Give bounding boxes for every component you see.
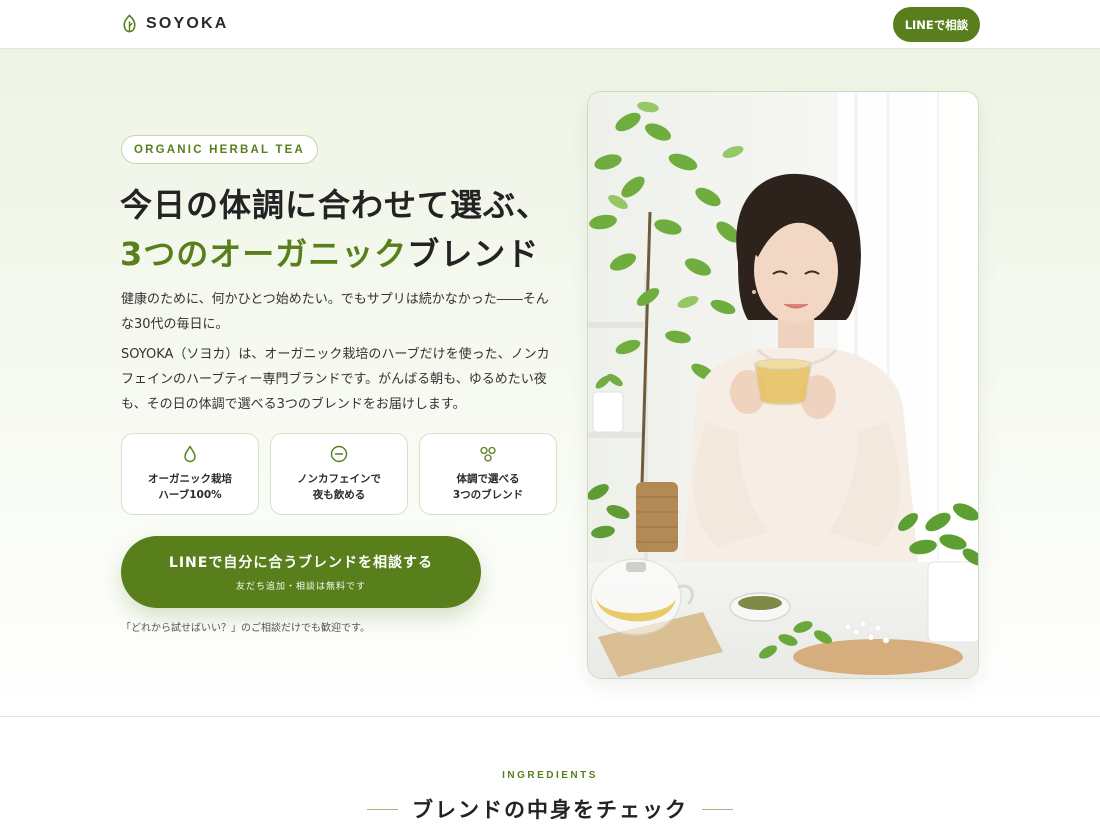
feature-label: ノンカフェインで 夜も飲める bbox=[297, 473, 381, 501]
hero-note: 「どれから試せばいい？」のご相談だけでも歓迎です。 bbox=[121, 623, 370, 634]
feature-card-blends: 体調で選べる 3つのブレンド bbox=[419, 433, 557, 515]
headline-rest: ブレンド bbox=[407, 235, 540, 273]
drop-icon bbox=[184, 445, 196, 463]
line-consult-button[interactable]: LINEで相談 bbox=[893, 7, 980, 42]
feature-cards: オーガニック栽培 ハーブ100% ノンカフェインで 夜も飲める 体調で選べる 3… bbox=[121, 433, 557, 515]
hero-headline: 今日の体調に合わせて選ぶ、 3つのオーガニックブレンド bbox=[120, 181, 549, 279]
ingredients-eyebrow: INGREDIENTS bbox=[502, 770, 598, 781]
feature-label: 体調で選べる 3つのブレンド bbox=[452, 473, 524, 501]
headline-accent: 3つのオーガニック bbox=[120, 235, 408, 273]
cta-main-label: LINEで自分に合うブレンドを相談する bbox=[168, 555, 434, 571]
logo[interactable]: SOYOKA bbox=[121, 14, 229, 34]
woman-with-tea-illustration bbox=[588, 92, 978, 678]
heading-divider-right bbox=[702, 808, 733, 810]
headline-line-1: 今日の体調に合わせて選ぶ、 bbox=[120, 186, 550, 224]
line-cta-button[interactable]: LINEで自分に合うブレンドを相談する 友だち追加・相談は無料です bbox=[121, 536, 481, 608]
minus-circle-icon bbox=[330, 445, 348, 463]
hero-eyebrow-badge: ORGANIC HERBAL TEA bbox=[121, 135, 319, 164]
hero-photo bbox=[587, 91, 979, 679]
feature-card-organic: オーガニック栽培 ハーブ100% bbox=[121, 433, 259, 515]
ingredients-heading: ブレンドの中身をチェック bbox=[0, 794, 1100, 824]
hero-lead-1: 健康のために、何かひとつ始めたい。でもサプリは続かなかった――そんな30代の毎日… bbox=[121, 292, 549, 332]
ingredients-title: ブレンドの中身をチェック bbox=[412, 798, 688, 822]
feature-card-noncaffeine: ノンカフェインで 夜も飲める bbox=[270, 433, 408, 515]
cta-sub-label: 友だち追加・相談は無料です bbox=[235, 582, 366, 592]
feature-label: オーガニック栽培 ハーブ100% bbox=[148, 473, 232, 501]
hero-section: ORGANIC HERBAL TEA 今日の体調に合わせて選ぶ、 3つのオーガニ… bbox=[0, 49, 1100, 717]
heading-divider-left bbox=[367, 808, 398, 810]
leaf-logo-icon bbox=[123, 14, 136, 33]
three-circles-icon bbox=[480, 446, 496, 462]
logo-text: SOYOKA bbox=[146, 15, 229, 32]
hero-lead-2: SOYOKA（ソヨカ）は、オーガニック栽培のハーブだけを使った、ノンカフェインの… bbox=[121, 347, 550, 412]
site-header: SOYOKA LINEで相談 bbox=[0, 0, 1100, 49]
